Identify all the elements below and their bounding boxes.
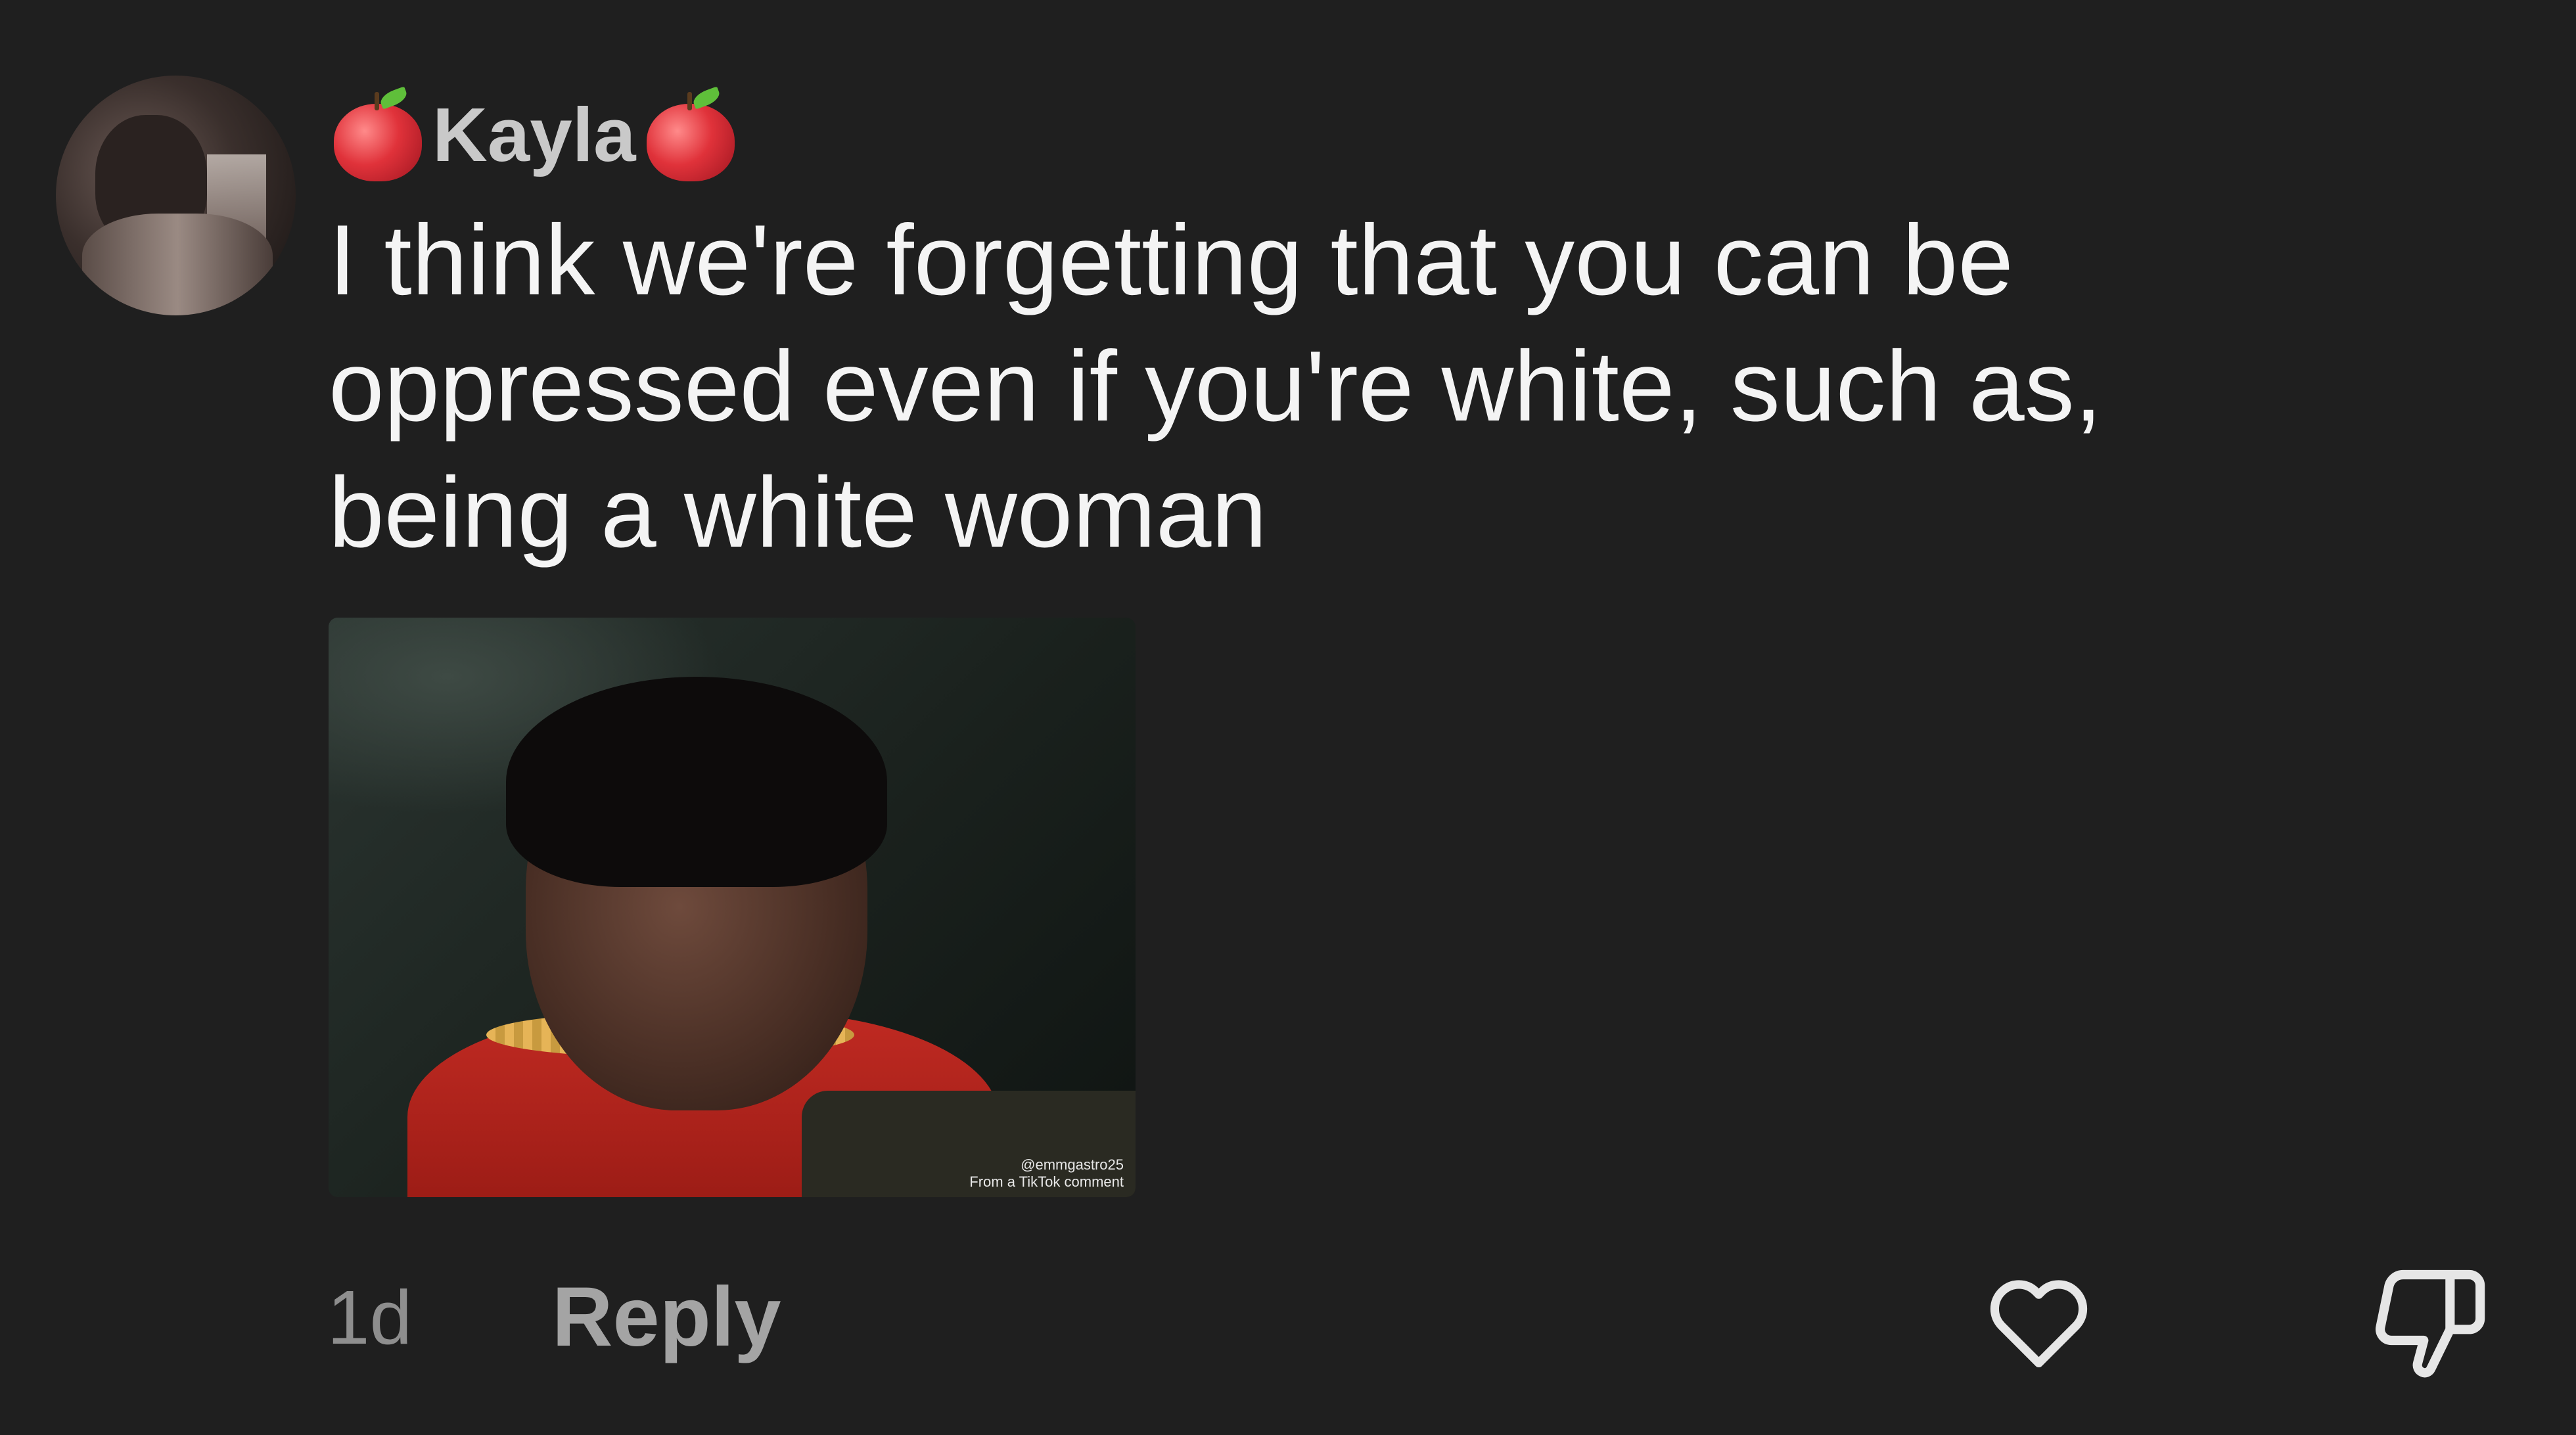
comment-text: I think we're forgetting that you can be…: [329, 204, 2102, 568]
username-row[interactable]: Kayla: [329, 82, 740, 187]
gif-hair: [506, 677, 887, 887]
gif-watermark-caption: From a TikTok comment: [969, 1173, 1124, 1190]
avatar-jacket: [82, 214, 273, 315]
gif-watermark-handle: @emmgastro25: [1021, 1156, 1124, 1173]
comment-gif[interactable]: @emmgastro25 From a TikTok comment: [329, 618, 1136, 1197]
like-button[interactable]: [1981, 1265, 2096, 1380]
comment-timestamp: 1d: [327, 1275, 413, 1360]
comment-item: Kayla I think we're forgetting that you …: [0, 0, 2576, 1435]
username[interactable]: Kayla: [432, 97, 636, 173]
reply-button[interactable]: Reply: [552, 1268, 781, 1367]
gif-watermark: @emmgastro25 From a TikTok comment: [969, 1156, 1124, 1191]
red-apple-icon: [329, 85, 427, 184]
red-apple-icon: [641, 85, 740, 184]
avatar[interactable]: [56, 76, 296, 315]
heart-outline-icon: [1990, 1280, 2088, 1368]
dislike-button[interactable]: [2362, 1258, 2494, 1390]
thumbs-down-outline-icon: [2376, 1269, 2485, 1378]
